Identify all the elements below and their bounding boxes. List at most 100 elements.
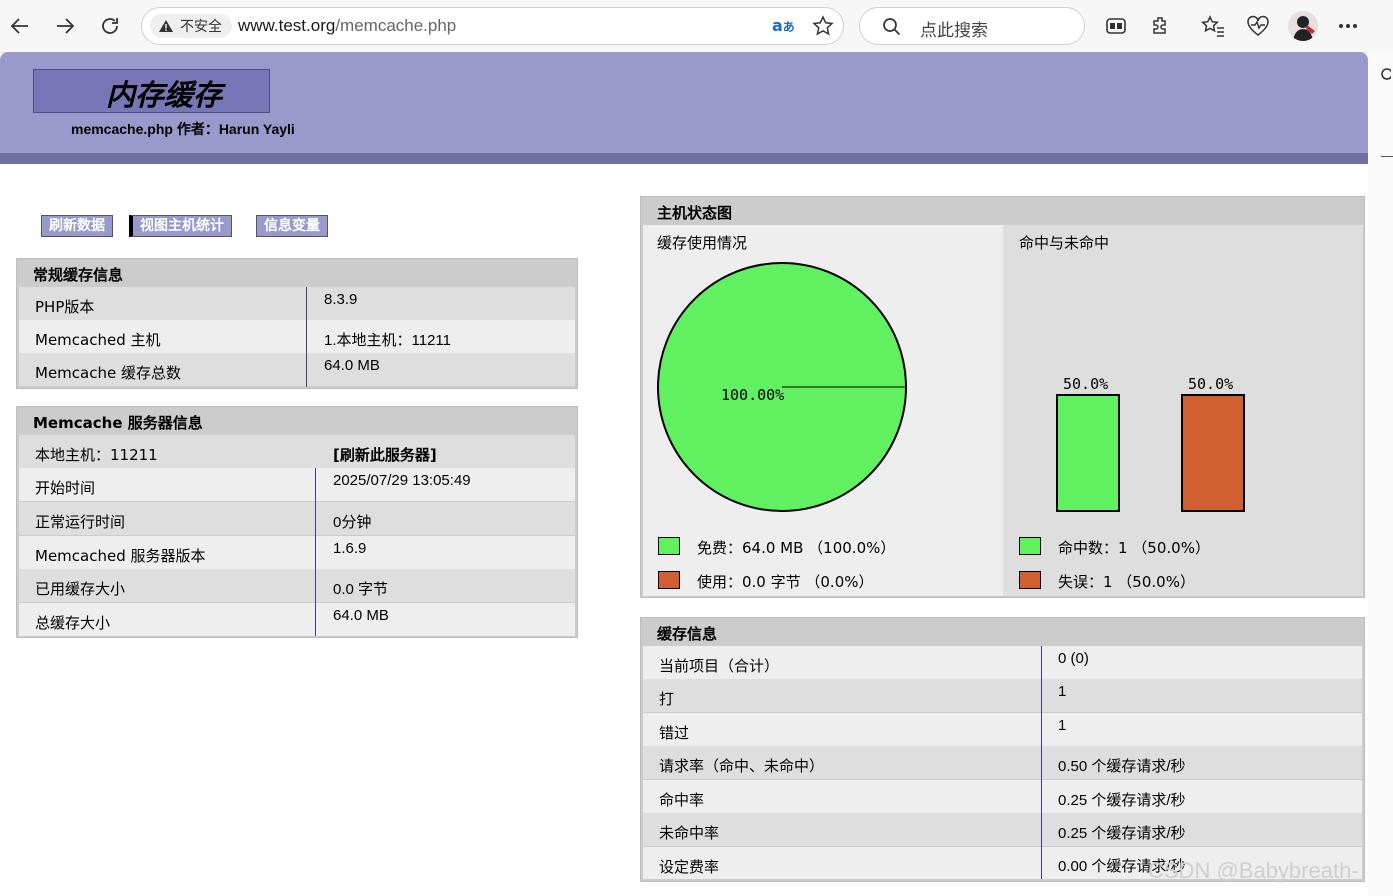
column-divider	[315, 468, 316, 636]
legend-used-label: 使用：0.0 字节 （0.0%）	[697, 573, 874, 591]
translate-icon[interactable]: aあ	[772, 16, 795, 35]
host-graphs-title: 主机状态图	[657, 204, 733, 222]
cache-info-panel: 缓存信息 当前项目（合计） 0 (0) 打 1 错过 1 请求率（命中、未命中）…	[640, 617, 1365, 882]
row-value: 0 (0)	[1058, 650, 1089, 667]
legend-used-swatch	[658, 571, 680, 589]
table-row: 命中率 0.25 个缓存请求/秒	[643, 780, 1362, 813]
search-placeholder: 点此搜索	[920, 21, 988, 41]
right-sidebar-strip	[1368, 52, 1393, 896]
row-label: 打	[659, 690, 675, 708]
row-value: 1.本地主机：11211	[324, 332, 451, 349]
row-value: 0.0 字节	[333, 581, 389, 598]
general-cache-panel: 常规缓存信息 PHP版本 8.3.9 Memcached 主机 1.本地主机：1…	[16, 258, 578, 389]
forward-button[interactable]	[49, 10, 81, 42]
usage-pie-chart: 100.00%	[657, 262, 907, 512]
page-subtitle: memcache.php 作者：Harun Yayli	[71, 121, 295, 137]
security-indicator[interactable]: 不安全	[150, 14, 232, 38]
table-row: 未命中率 0.25 个缓存请求/秒	[643, 813, 1362, 846]
server-info-title: Memcache 服务器信息	[33, 414, 203, 432]
table-row: 开始时间 2025/07/29 13:05:49	[19, 468, 575, 501]
row-value: 8.3.9	[324, 291, 358, 308]
table-row: 打 1	[643, 679, 1362, 712]
row-value: 1.6.9	[333, 540, 367, 557]
watermark: CSDN @Babybreath-	[1148, 858, 1359, 883]
extensions-icon[interactable]	[1147, 12, 1175, 40]
favorite-star-icon[interactable]	[812, 15, 834, 41]
row-label: 命中率	[659, 791, 705, 809]
back-arrow-icon	[10, 18, 28, 34]
search-box[interactable]: 点此搜索	[859, 7, 1085, 45]
url-host: www.test.org	[238, 16, 336, 35]
url-path: /memcache.php	[335, 16, 457, 35]
table-row: 正常运行时间 0分钟	[19, 502, 575, 535]
server-host-label: 本地主机：11211	[35, 446, 158, 464]
table-row: 当前项目（合计） 0 (0)	[643, 646, 1362, 679]
legend-hits-swatch	[1019, 537, 1041, 555]
table-row: PHP版本 8.3.9	[19, 287, 575, 320]
bar-hits-label: 50.0%	[1063, 375, 1108, 393]
hits-misses-title: 命中与未命中	[1019, 234, 1110, 252]
row-label: 未命中率	[659, 824, 720, 842]
profile-avatar[interactable]	[1288, 11, 1318, 41]
row-label: Memcached 主机	[35, 331, 161, 349]
address-bar[interactable]: 不安全 www.test.org/memcache.php aあ	[141, 7, 844, 45]
hits-bar-chart: 50.0% 50.0%	[1056, 375, 1245, 512]
row-value: 64.0 MB	[324, 357, 380, 374]
performance-heart-icon[interactable]	[1244, 12, 1272, 40]
row-label: Memcache 缓存总数	[35, 364, 181, 382]
row-label: 总缓存大小	[35, 614, 111, 632]
favorites-icon[interactable]	[1199, 12, 1227, 40]
column-divider	[1041, 646, 1042, 879]
row-label: 请求率（命中、未命中）	[659, 757, 825, 775]
general-cache-title: 常规缓存信息	[33, 266, 124, 284]
legend-hits-label: 命中数：1 （50.0%）	[1058, 539, 1210, 557]
search-icon	[883, 18, 901, 36]
bar-misses	[1181, 394, 1245, 512]
cache-usage-title: 缓存使用情况	[657, 234, 748, 252]
more-menu-icon[interactable]	[1334, 12, 1362, 40]
browser-toolbar: 不安全 www.test.org/memcache.php aあ 点此搜索	[0, 0, 1393, 53]
table-row: 请求率（命中、未命中） 0.50 个缓存请求/秒	[643, 746, 1362, 779]
host-stats-button[interactable]: 视图主机统计	[129, 215, 232, 237]
warning-icon	[159, 20, 173, 32]
table-row: 本地主机：11211 [刷新此服务器]	[19, 435, 575, 468]
url-text[interactable]: www.test.org/memcache.php	[238, 16, 456, 36]
row-value: 0.50 个缓存请求/秒	[1058, 758, 1186, 775]
row-label: 开始时间	[35, 479, 96, 497]
row-value: 2025/07/29 13:05:49	[333, 472, 471, 489]
row-value: 1	[1058, 717, 1067, 734]
table-row: Memcache 缓存总数 64.0 MB	[19, 353, 575, 386]
row-value: 0.25 个缓存请求/秒	[1058, 825, 1186, 842]
table-row: Memcached 服务器版本 1.6.9	[19, 536, 575, 569]
sidebar-divider	[1381, 156, 1393, 157]
page-logo: 内存缓存	[33, 69, 270, 113]
pie-data-label: 100.00%	[721, 386, 784, 404]
table-row: Memcached 主机 1.本地主机：11211	[19, 320, 575, 353]
reload-button[interactable]	[94, 10, 126, 42]
row-value: 0.25 个缓存请求/秒	[1058, 792, 1186, 809]
page-title: 内存缓存	[106, 78, 223, 112]
legend-misses-label: 失误：1 （50.0%）	[1058, 573, 1195, 591]
split-screen-icon[interactable]	[1102, 12, 1130, 40]
row-label: 正常运行时间	[35, 513, 126, 531]
flush-server-link[interactable]: [刷新此服务器]	[333, 444, 437, 465]
variables-button[interactable]: 信息变量	[256, 215, 328, 237]
table-row: 已用缓存大小 0.0 字节	[19, 569, 575, 602]
cache-usage-cell: 缓存使用情况 100.00% 免费：64.0 MB （100.0%） 使用：0.…	[643, 225, 1003, 596]
legend-free-label: 免费：64.0 MB （100.0%）	[697, 539, 896, 557]
sidebar-search-icon[interactable]	[1377, 66, 1391, 84]
legend-misses-swatch	[1019, 571, 1041, 589]
row-label: Memcached 服务器版本	[35, 547, 206, 565]
bar-hits	[1056, 394, 1120, 512]
legend-free-swatch	[658, 537, 680, 555]
refresh-data-button[interactable]: 刷新数据	[41, 215, 113, 237]
row-label: 已用缓存大小	[35, 580, 126, 598]
reload-icon	[102, 18, 118, 34]
row-label: PHP版本	[35, 298, 95, 316]
page-header: 内存缓存 memcache.php 作者：Harun Yayli	[0, 52, 1368, 153]
cache-info-title: 缓存信息	[657, 625, 718, 643]
back-button[interactable]	[4, 10, 36, 42]
column-divider	[306, 287, 307, 387]
row-value: 1	[1058, 683, 1067, 700]
table-row: 总缓存大小 64.0 MB	[19, 603, 575, 636]
